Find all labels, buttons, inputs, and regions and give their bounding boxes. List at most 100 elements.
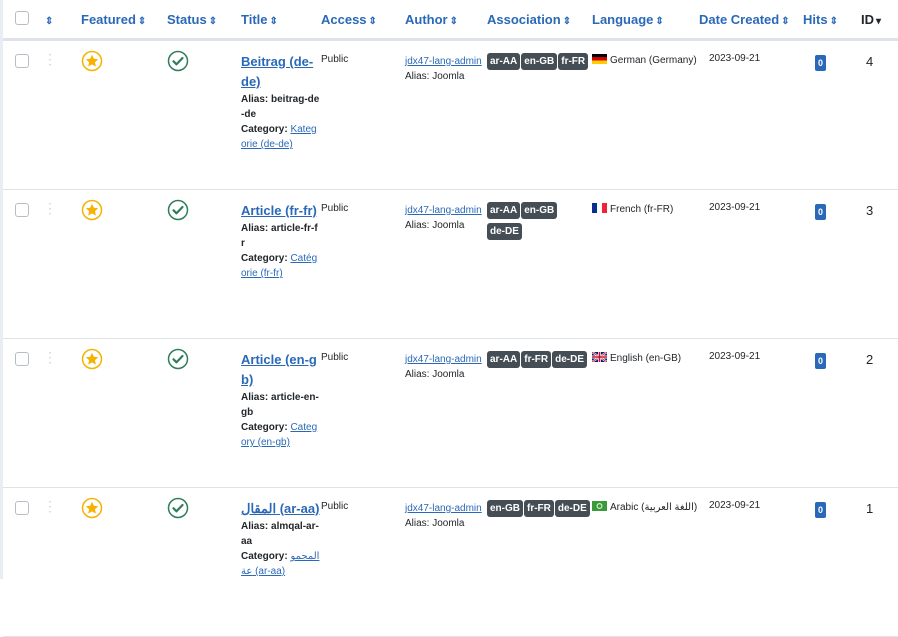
column-title[interactable]: Title ⇕ <box>241 0 321 41</box>
author-link[interactable]: jdx47-lang-admin <box>405 503 482 514</box>
row-checkbox[interactable] <box>15 501 29 515</box>
row-checkbox[interactable] <box>15 352 29 366</box>
flag-icon <box>592 54 607 64</box>
row-checkbox[interactable] <box>15 203 29 217</box>
flag-icon <box>591 351 608 363</box>
column-status[interactable]: Status ⇕ <box>167 0 241 41</box>
table-row: ⋮ Article (en-gb) Alias: article-en-gb C… <box>3 338 898 488</box>
article-title-link[interactable]: المقال (ar-aa) <box>241 499 321 519</box>
published-check-icon[interactable] <box>167 199 189 224</box>
column-association[interactable]: Association ⇕ <box>487 0 592 41</box>
sort-icon: ⇕ <box>269 15 278 27</box>
drag-handle-icon[interactable]: ⋮ <box>43 498 57 514</box>
language-name: English (en-GB) <box>610 353 682 364</box>
author-alias: Alias: Joomla <box>405 518 465 529</box>
column-featured[interactable]: Featured ⇕ <box>81 0 167 41</box>
author-link[interactable]: jdx47-lang-admin <box>405 205 482 216</box>
table-row: ⋮ Article (fr-fr) Alias: article-fr-fr C… <box>3 189 898 339</box>
language-name: German (Germany) <box>610 55 697 66</box>
featured-star-icon[interactable] <box>81 348 103 373</box>
column-hits-label[interactable]: Hits <box>803 12 828 27</box>
column-status-label[interactable]: Status <box>167 12 207 27</box>
date-created: 2023-09-21 <box>709 351 761 362</box>
language-name: French (fr-FR) <box>610 204 674 215</box>
author-alias: Alias: Joomla <box>405 71 465 82</box>
column-author[interactable]: Author ⇕ <box>405 0 487 41</box>
association-badge[interactable]: de-DE <box>554 500 590 517</box>
sort-icon: ⇕ <box>829 15 838 27</box>
featured-star-icon[interactable] <box>81 497 103 522</box>
articles-table: ⇕ Featured ⇕ Status ⇕ Title ⇕ Access ⇕ Autho… <box>3 0 898 637</box>
article-title-link[interactable]: Article (fr-fr) <box>241 201 321 221</box>
hits-badge: 0 <box>815 353 827 369</box>
column-access[interactable]: Access ⇕ <box>321 0 405 41</box>
sort-ordering-button[interactable]: ⇕ <box>45 16 53 27</box>
association-badges: ar-AA en-GB fr-FR <box>487 39 592 190</box>
association-badge[interactable]: ar-AA <box>487 202 521 219</box>
sort-icon: ⇕ <box>562 15 572 27</box>
category-text: Category: Kategorie (de-de) <box>241 124 317 150</box>
sort-icon: ⇕ <box>655 15 664 27</box>
association-badge[interactable]: ar-AA <box>487 351 521 368</box>
access-level: Public <box>321 352 349 363</box>
row-checkbox[interactable] <box>15 54 29 68</box>
alias-text: Alias: article-en-gb <box>241 392 319 418</box>
sort-icon: ⇕ <box>137 15 147 27</box>
association-badge[interactable]: en-GB <box>487 500 523 517</box>
featured-star-icon[interactable] <box>81 50 103 75</box>
association-badges: ar-AA en-GB de-DE <box>487 189 592 339</box>
published-check-icon[interactable] <box>167 497 189 522</box>
sort-icon: ⇕ <box>368 15 377 27</box>
column-author-label[interactable]: Author <box>405 12 448 27</box>
sort-desc-icon: ▾ <box>876 15 882 27</box>
hits-badge: 0 <box>815 502 827 518</box>
association-badge[interactable]: de-DE <box>552 351 588 368</box>
article-title-link[interactable]: Article (en-gb) <box>241 350 321 390</box>
alias-text: Alias: almqal-ar-aa <box>241 521 319 547</box>
category-text: Category: Category (en-gb) <box>241 422 318 448</box>
column-language[interactable]: Language ⇕ <box>592 0 699 41</box>
association-badge[interactable]: fr-FR <box>524 500 554 517</box>
author-link[interactable]: jdx47-lang-admin <box>405 56 482 67</box>
association-badge[interactable]: en-GB <box>521 202 558 219</box>
association-badge[interactable]: fr-FR <box>521 351 552 368</box>
author-alias: Alias: Joomla <box>405 369 465 380</box>
column-date-created-label[interactable]: Date Created <box>699 12 779 27</box>
article-id: 4 <box>866 54 874 69</box>
author-alias: Alias: Joomla <box>405 220 465 231</box>
association-badge[interactable]: fr-FR <box>558 53 589 70</box>
access-level: Public <box>321 54 349 65</box>
hits-badge: 0 <box>815 204 827 220</box>
alias-text: Alias: beitrag-de-de <box>241 94 320 120</box>
table-header: ⇕ Featured ⇕ Status ⇕ Title ⇕ Access ⇕ Autho… <box>3 0 898 41</box>
drag-handle-icon[interactable]: ⋮ <box>43 349 57 365</box>
association-badge[interactable]: de-DE <box>487 223 522 240</box>
category-text: Category: المجموعة (ar-aa) <box>241 551 320 577</box>
association-badge[interactable]: en-GB <box>521 53 558 70</box>
flag-icon <box>592 203 607 213</box>
drag-handle-icon[interactable]: ⋮ <box>43 200 57 216</box>
featured-star-icon[interactable] <box>81 199 103 224</box>
association-badge[interactable]: ar-AA <box>487 53 521 70</box>
published-check-icon[interactable] <box>167 50 189 75</box>
select-all-checkbox[interactable] <box>15 10 29 25</box>
author-link[interactable]: jdx47-lang-admin <box>405 354 482 365</box>
table-row: ⋮ المقال (ar-aa) Alias: almqal-ar-aa Cat… <box>3 487 898 637</box>
sort-icon: ⇕ <box>208 15 218 27</box>
column-id-label[interactable]: ID <box>861 12 874 27</box>
published-check-icon[interactable] <box>167 348 189 373</box>
article-id: 3 <box>866 203 874 218</box>
column-id[interactable]: ID ▾ <box>861 0 898 41</box>
access-level: Public <box>321 501 349 512</box>
article-title-link[interactable]: Beitrag (de-de) <box>241 52 321 92</box>
column-title-label[interactable]: Title <box>241 12 268 27</box>
column-date-created[interactable]: Date Created ⇕ <box>699 0 803 41</box>
column-hits[interactable]: Hits ⇕ <box>803 0 861 41</box>
column-association-label[interactable]: Association <box>487 12 561 27</box>
column-access-label[interactable]: Access <box>321 12 367 27</box>
drag-handle-icon[interactable]: ⋮ <box>43 51 57 67</box>
column-featured-label[interactable]: Featured <box>81 12 136 27</box>
alias-text: Alias: article-fr-fr <box>241 223 318 249</box>
column-language-label[interactable]: Language <box>592 12 653 27</box>
article-id: 1 <box>866 501 874 516</box>
